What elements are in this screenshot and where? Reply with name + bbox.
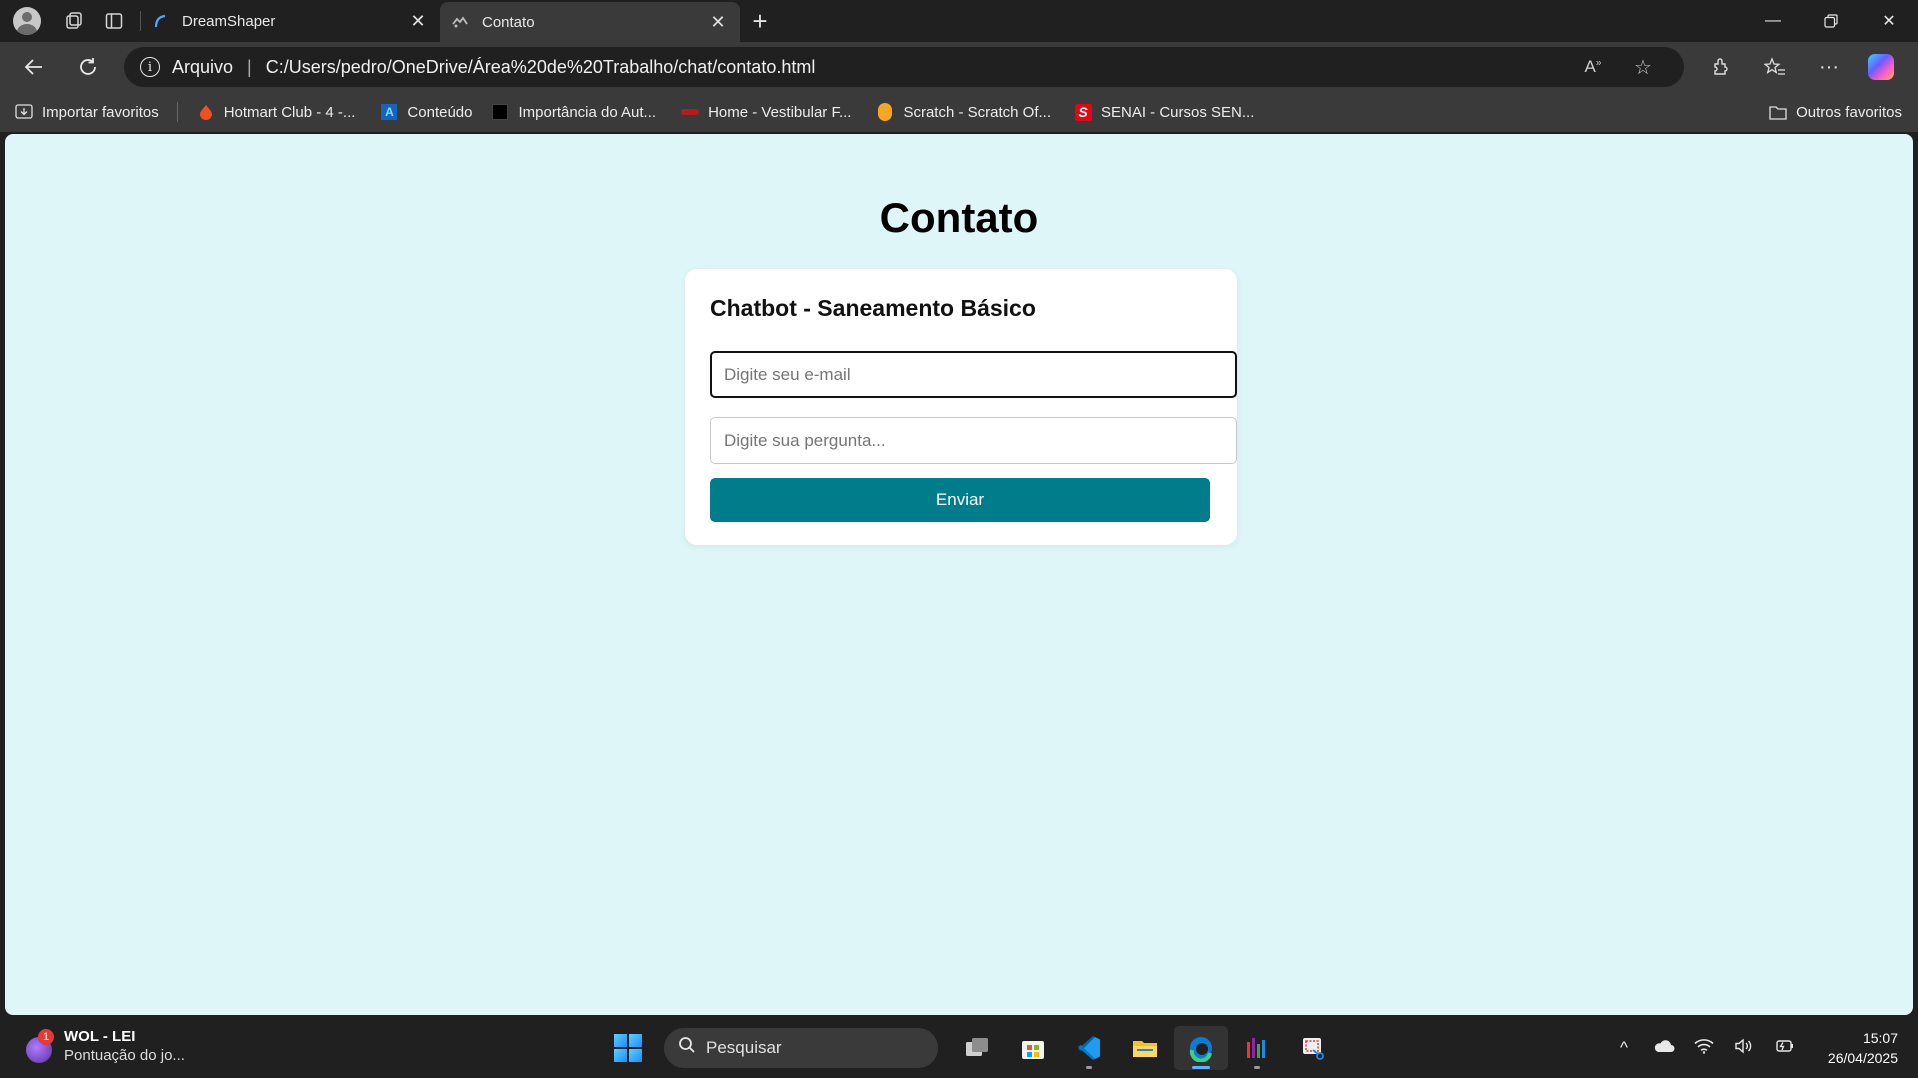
favorites-icon[interactable] bbox=[1748, 47, 1802, 87]
clock-time: 15:07 bbox=[1862, 1030, 1898, 1046]
tab-dreamshaper[interactable]: DreamShaper ✕ bbox=[140, 0, 440, 42]
question-field[interactable] bbox=[710, 417, 1237, 464]
bookmark-scratch[interactable]: Scratch - Scratch Of... bbox=[875, 103, 1051, 121]
tab-title: DreamShaper bbox=[182, 12, 276, 30]
onedrive-icon[interactable] bbox=[1644, 1038, 1684, 1058]
search-icon bbox=[678, 1036, 696, 1060]
tab-contato[interactable]: Contato ✕ bbox=[440, 2, 740, 42]
bookmark-label: Home - Vestibular F... bbox=[708, 103, 852, 121]
bookmarks-bar: Importar favoritos Hotmart Club - 4 -...… bbox=[0, 92, 1918, 132]
snipping-tool-button[interactable] bbox=[1286, 1026, 1340, 1070]
taskbar: 1 WOL - LEI Pontuação do jo... Pesquisar bbox=[0, 1018, 1918, 1078]
bookmark-other-favorites[interactable]: Outros favoritos bbox=[1768, 92, 1902, 132]
folder-icon bbox=[1133, 1041, 1157, 1057]
volume-icon[interactable] bbox=[1724, 1037, 1764, 1059]
store-icon bbox=[1022, 1041, 1044, 1059]
bookmark-label: SENAI - Cursos SEN... bbox=[1101, 103, 1255, 121]
bookmark-vestibular[interactable]: Home - Vestibular F... bbox=[680, 103, 851, 121]
start-button[interactable] bbox=[606, 1026, 650, 1070]
chart-app-icon bbox=[1247, 1038, 1265, 1058]
task-view-icon bbox=[966, 1038, 988, 1056]
bookmark-importancia[interactable]: Importância do Aut... bbox=[490, 103, 656, 121]
security-label: Arquivo bbox=[172, 56, 234, 77]
widget-subtitle: Pontuação do jo... bbox=[64, 1047, 185, 1064]
vertical-tabs-icon[interactable] bbox=[94, 0, 134, 42]
tab-title: Contato bbox=[482, 13, 535, 31]
info-icon[interactable]: i bbox=[140, 57, 160, 77]
minimize-icon[interactable]: — bbox=[1744, 0, 1802, 42]
taskbar-apps: Pesquisar bbox=[606, 1026, 1340, 1070]
bookmark-divider bbox=[176, 102, 178, 122]
copilot-icon[interactable] bbox=[1868, 54, 1894, 80]
wifi-icon[interactable] bbox=[1684, 1038, 1724, 1059]
hotmart-icon bbox=[196, 103, 216, 121]
bookmark-conteudo[interactable]: A Conteúdo bbox=[379, 103, 472, 121]
dreamshaper-icon bbox=[152, 13, 168, 29]
refresh-icon[interactable] bbox=[66, 47, 110, 87]
bookmark-hotmart[interactable]: Hotmart Club - 4 -... bbox=[196, 103, 356, 121]
window-controls: — ✕ bbox=[1744, 0, 1918, 42]
file-explorer-button[interactable] bbox=[1118, 1026, 1172, 1070]
senai-icon: S bbox=[1073, 103, 1093, 121]
new-tab-button[interactable]: + bbox=[740, 0, 780, 42]
import-icon bbox=[14, 103, 34, 121]
scratch-icon bbox=[875, 103, 895, 121]
favorite-star-icon[interactable]: ☆ bbox=[1618, 55, 1668, 80]
close-tab-icon[interactable]: ✕ bbox=[406, 9, 430, 33]
extensions-icon[interactable] bbox=[1694, 47, 1748, 87]
vestibular-icon bbox=[680, 103, 700, 121]
widget-title: WOL - LEI bbox=[64, 1028, 136, 1045]
send-button[interactable]: Enviar bbox=[710, 478, 1210, 522]
bookmark-label: Scratch - Scratch Of... bbox=[903, 103, 1051, 121]
folder-icon bbox=[1768, 103, 1788, 121]
browser-toolbar: i Arquivo | C:/Users/pedro/OneDrive/Área… bbox=[0, 42, 1918, 92]
snipping-tool-icon bbox=[1303, 1038, 1324, 1060]
taskbar-search[interactable]: Pesquisar bbox=[664, 1028, 938, 1068]
clock[interactable]: 15:07 26/04/2025 bbox=[1818, 1028, 1898, 1068]
search-placeholder: Pesquisar bbox=[706, 1038, 782, 1057]
bookmark-label: Conteúdo bbox=[407, 103, 473, 121]
email-field[interactable] bbox=[710, 351, 1237, 398]
windows-icon bbox=[614, 1034, 642, 1062]
system-tray: ^ 15:07 26/04/2025 bbox=[1604, 1018, 1918, 1078]
clock-date: 26/04/2025 bbox=[1827, 1050, 1898, 1066]
tab-bar: DreamShaper ✕ Contato ✕ + — ✕ bbox=[0, 0, 1918, 42]
address-separator: | bbox=[247, 56, 252, 77]
restore-icon[interactable] bbox=[1802, 0, 1860, 42]
card-title: Chatbot - Saneamento Básico bbox=[710, 295, 1036, 321]
conteudo-icon: A bbox=[379, 103, 399, 121]
collections-icon[interactable] bbox=[54, 0, 94, 42]
bookmark-label: Importar favoritos bbox=[42, 103, 159, 121]
url-text[interactable]: C:/Users/pedro/OneDrive/Área%20de%20Trab… bbox=[266, 57, 1568, 78]
bookmark-senai[interactable]: S SENAI - Cursos SEN... bbox=[1073, 103, 1254, 121]
bookmark-import[interactable]: Importar favoritos bbox=[14, 103, 159, 121]
chevron-up-icon[interactable]: ^ bbox=[1604, 1038, 1644, 1058]
back-icon[interactable] bbox=[12, 47, 56, 87]
page-viewport: Contato Chatbot - Saneamento Básico Envi… bbox=[5, 134, 1913, 1015]
bookmark-label: Importância do Aut... bbox=[518, 103, 657, 121]
chart-app-button[interactable] bbox=[1230, 1026, 1284, 1070]
vscode-icon bbox=[1078, 1036, 1100, 1060]
video-icon bbox=[490, 103, 510, 121]
address-bar[interactable]: i Arquivo | C:/Users/pedro/OneDrive/Área… bbox=[124, 47, 1684, 87]
battery-icon[interactable] bbox=[1764, 1038, 1804, 1058]
edge-button[interactable] bbox=[1174, 1026, 1228, 1070]
profile-avatar[interactable] bbox=[13, 7, 41, 35]
chat-card: Chatbot - Saneamento Básico Enviar bbox=[685, 269, 1237, 545]
page-title: Contato bbox=[879, 194, 1039, 241]
close-tab-icon[interactable]: ✕ bbox=[706, 10, 730, 34]
task-view-button[interactable] bbox=[950, 1026, 1004, 1070]
read-aloud-icon[interactable]: A» bbox=[1568, 57, 1618, 77]
bookmark-label: Outros favoritos bbox=[1796, 103, 1902, 121]
microsoft-store-button[interactable] bbox=[1006, 1026, 1060, 1070]
more-options-icon[interactable]: ··· bbox=[1802, 47, 1856, 87]
vscode-button[interactable] bbox=[1062, 1026, 1116, 1070]
close-window-icon[interactable]: ✕ bbox=[1860, 0, 1918, 42]
bookmark-label: Hotmart Club - 4 -... bbox=[223, 103, 356, 121]
news-widget[interactable]: 1 WOL - LEI Pontuação do jo... bbox=[24, 1028, 185, 1064]
edge-icon bbox=[1189, 1037, 1212, 1062]
page-icon bbox=[452, 14, 468, 30]
notification-badge: 1 bbox=[38, 1029, 54, 1045]
